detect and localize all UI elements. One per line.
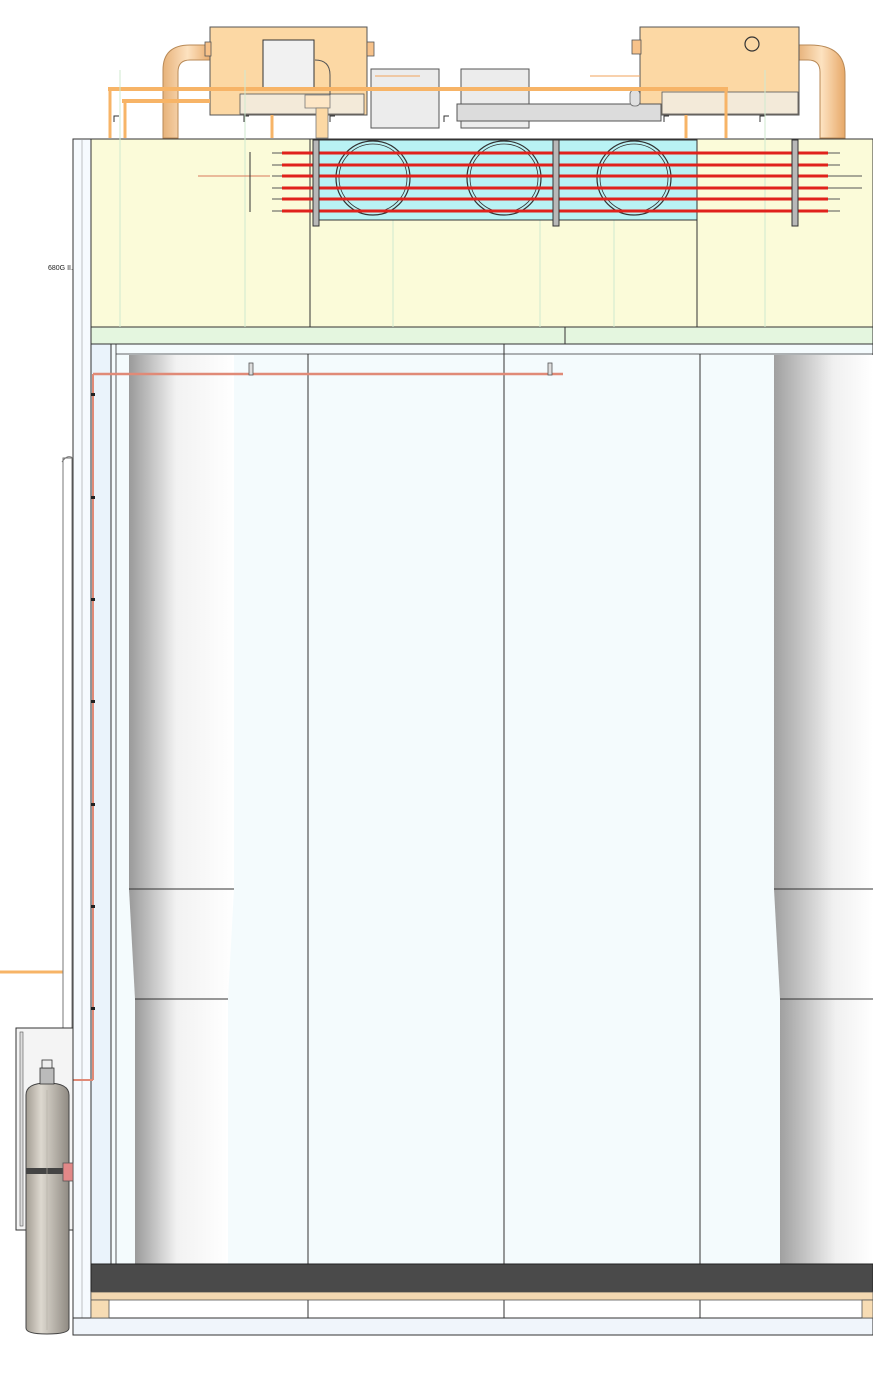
floor: [90, 1263, 873, 1319]
drawing-label: 680G II.: [48, 265, 73, 272]
control-boxes: [370, 68, 662, 129]
left-condensing-unit: [162, 26, 375, 139]
gas-cylinder-assembly: [15, 1027, 74, 1335]
elevation-svg: [0, 26, 873, 1336]
right-column: [774, 355, 873, 1264]
left-column: [129, 355, 234, 1264]
cold-room-elevation-drawing: 680G II.: [0, 0, 873, 1381]
drain-pipe: [61, 456, 74, 1029]
